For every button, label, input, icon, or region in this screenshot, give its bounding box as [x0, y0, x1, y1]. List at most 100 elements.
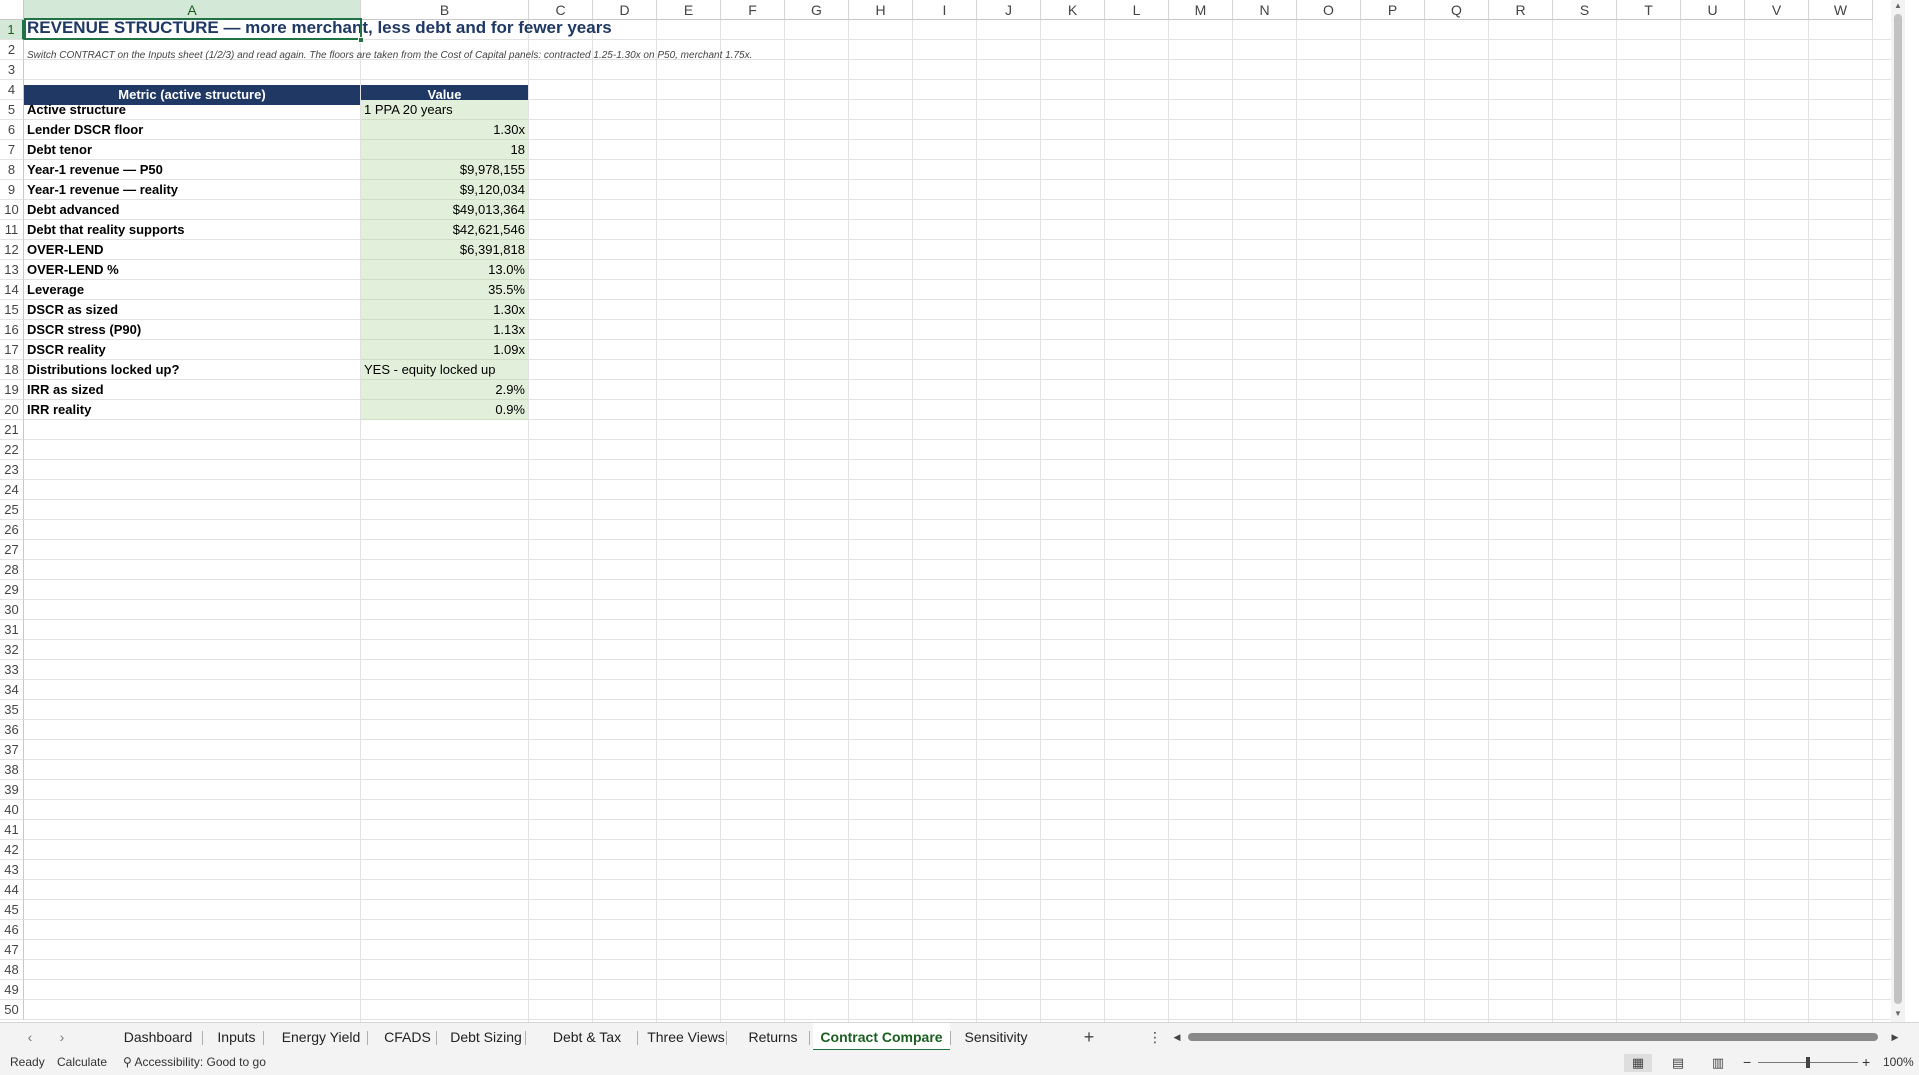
- row-header-41[interactable]: 41: [0, 820, 24, 840]
- page-layout-view-icon[interactable]: ▤: [1664, 1054, 1692, 1072]
- zoom-out-icon[interactable]: −: [1743, 1050, 1751, 1075]
- metric-label[interactable]: Debt advanced: [24, 200, 360, 220]
- row-header-12[interactable]: 12: [0, 240, 24, 260]
- horizontal-scrollbar[interactable]: ◀ ▶: [1170, 1030, 1902, 1044]
- column-header-t[interactable]: T: [1617, 0, 1681, 20]
- tab-scroll-right-icon[interactable]: ›: [52, 1027, 72, 1047]
- row-header-23[interactable]: 23: [0, 460, 24, 480]
- row-header-6[interactable]: 6: [0, 120, 24, 140]
- row-header-25[interactable]: 25: [0, 500, 24, 520]
- metric-label[interactable]: Year-1 revenue — reality: [24, 180, 360, 200]
- row-header-11[interactable]: 11: [0, 220, 24, 240]
- row-header-38[interactable]: 38: [0, 760, 24, 780]
- metric-label[interactable]: IRR reality: [24, 400, 360, 420]
- column-header-i[interactable]: I: [913, 0, 977, 20]
- row-header-40[interactable]: 40: [0, 800, 24, 820]
- sheet-tab-dashboard[interactable]: Dashboard: [114, 1023, 202, 1051]
- zoom-level[interactable]: 100%: [1883, 1050, 1914, 1075]
- row-header-50[interactable]: 50: [0, 1000, 24, 1020]
- metric-value[interactable]: $9,120,034: [361, 180, 528, 200]
- column-header-p[interactable]: P: [1361, 0, 1425, 20]
- scroll-down-icon[interactable]: ▼: [1891, 1008, 1905, 1020]
- metric-label[interactable]: DSCR stress (P90): [24, 320, 360, 340]
- row-header-47[interactable]: 47: [0, 940, 24, 960]
- sheet-tab-contract-compare[interactable]: Contract Compare: [813, 1023, 950, 1051]
- row-header-17[interactable]: 17: [0, 340, 24, 360]
- column-header-r[interactable]: R: [1489, 0, 1553, 20]
- column-header-o[interactable]: O: [1297, 0, 1361, 20]
- sheet-tab-three-views[interactable]: Three Views: [646, 1023, 726, 1051]
- metric-label[interactable]: IRR as sized: [24, 380, 360, 400]
- tab-scroll-left-icon[interactable]: ‹: [20, 1027, 40, 1047]
- row-header-2[interactable]: 2: [0, 40, 24, 60]
- metric-value[interactable]: 1.30x: [361, 300, 528, 320]
- row-header-48[interactable]: 48: [0, 960, 24, 980]
- row-header-13[interactable]: 13: [0, 260, 24, 280]
- select-all-corner[interactable]: [0, 0, 24, 20]
- column-header-h[interactable]: H: [849, 0, 913, 20]
- zoom-slider-thumb[interactable]: [1806, 1057, 1810, 1068]
- more-options-icon[interactable]: ⋮: [1148, 1027, 1162, 1047]
- sheet-note[interactable]: Switch CONTRACT on the Inputs sheet (1/2…: [24, 46, 755, 66]
- metric-label[interactable]: Distributions locked up?: [24, 360, 360, 380]
- row-header-29[interactable]: 29: [0, 580, 24, 600]
- row-header-46[interactable]: 46: [0, 920, 24, 940]
- fill-handle[interactable]: [358, 37, 364, 43]
- column-header-q[interactable]: Q: [1425, 0, 1489, 20]
- column-header-s[interactable]: S: [1553, 0, 1617, 20]
- metric-label[interactable]: Leverage: [24, 280, 360, 300]
- row-header-36[interactable]: 36: [0, 720, 24, 740]
- metric-value[interactable]: 1.30x: [361, 120, 528, 140]
- metric-label[interactable]: DSCR reality: [24, 340, 360, 360]
- column-header-j[interactable]: J: [977, 0, 1041, 20]
- row-header-14[interactable]: 14: [0, 280, 24, 300]
- metric-label[interactable]: Debt that reality supports: [24, 220, 360, 240]
- row-header-4[interactable]: 4: [0, 80, 24, 100]
- metric-label[interactable]: DSCR as sized: [24, 300, 360, 320]
- column-header-f[interactable]: F: [721, 0, 785, 20]
- accessibility-checker[interactable]: ⚲ Accessibility: Good to go: [123, 1050, 266, 1075]
- row-header-5[interactable]: 5: [0, 100, 24, 120]
- zoom-in-icon[interactable]: +: [1862, 1050, 1870, 1075]
- sheet-tab-energy-yield[interactable]: Energy Yield: [275, 1023, 367, 1051]
- metric-value[interactable]: 1.09x: [361, 340, 528, 360]
- metric-value[interactable]: $42,621,546: [361, 220, 528, 240]
- row-header-20[interactable]: 20: [0, 400, 24, 420]
- metric-value[interactable]: YES - equity locked up: [361, 360, 528, 380]
- column-header-u[interactable]: U: [1681, 0, 1745, 20]
- sheet-tab-inputs[interactable]: Inputs: [210, 1023, 263, 1051]
- metric-value[interactable]: $6,391,818: [361, 240, 528, 260]
- sheet-tab-sensitivity[interactable]: Sensitivity: [951, 1023, 1041, 1051]
- row-header-49[interactable]: 49: [0, 980, 24, 1000]
- scroll-left-icon[interactable]: ◀: [1170, 1030, 1184, 1044]
- column-header-n[interactable]: N: [1233, 0, 1297, 20]
- spreadsheet-grid[interactable]: ABCDEFGHIJKLMNOPQRSTUVW 1 2 3 4 5 6 7 8 9 10 11 12 1…: [0, 0, 1905, 1022]
- row-header-34[interactable]: 34: [0, 680, 24, 700]
- column-header-v[interactable]: V: [1745, 0, 1809, 20]
- vertical-scrollbar[interactable]: ▲ ▼: [1891, 0, 1905, 1022]
- row-header-32[interactable]: 32: [0, 640, 24, 660]
- row-header-42[interactable]: 42: [0, 840, 24, 860]
- row-header-45[interactable]: 45: [0, 900, 24, 920]
- row-header-33[interactable]: 33: [0, 660, 24, 680]
- row-header-27[interactable]: 27: [0, 540, 24, 560]
- row-header-1[interactable]: 1: [0, 20, 24, 40]
- metric-value[interactable]: 13.0%: [361, 260, 528, 280]
- metric-label[interactable]: Debt tenor: [24, 140, 360, 160]
- row-header-24[interactable]: 24: [0, 480, 24, 500]
- row-header-31[interactable]: 31: [0, 620, 24, 640]
- metric-value[interactable]: 1 PPA 20 years: [361, 100, 528, 120]
- vertical-scroll-thumb[interactable]: [1894, 14, 1902, 1004]
- row-header-16[interactable]: 16: [0, 320, 24, 340]
- calculate-button[interactable]: Calculate: [57, 1050, 107, 1075]
- sheet-tab-debt-tax[interactable]: Debt & Tax: [537, 1023, 637, 1051]
- metric-label[interactable]: OVER-LEND: [24, 240, 360, 260]
- row-header-8[interactable]: 8: [0, 160, 24, 180]
- page-break-preview-icon[interactable]: ▥: [1704, 1054, 1732, 1072]
- metric-value[interactable]: 2.9%: [361, 380, 528, 400]
- row-header-10[interactable]: 10: [0, 200, 24, 220]
- row-header-19[interactable]: 19: [0, 380, 24, 400]
- metric-value[interactable]: $9,978,155: [361, 160, 528, 180]
- metric-label[interactable]: Active structure: [24, 100, 360, 120]
- sheet-tab-returns[interactable]: Returns: [737, 1023, 809, 1051]
